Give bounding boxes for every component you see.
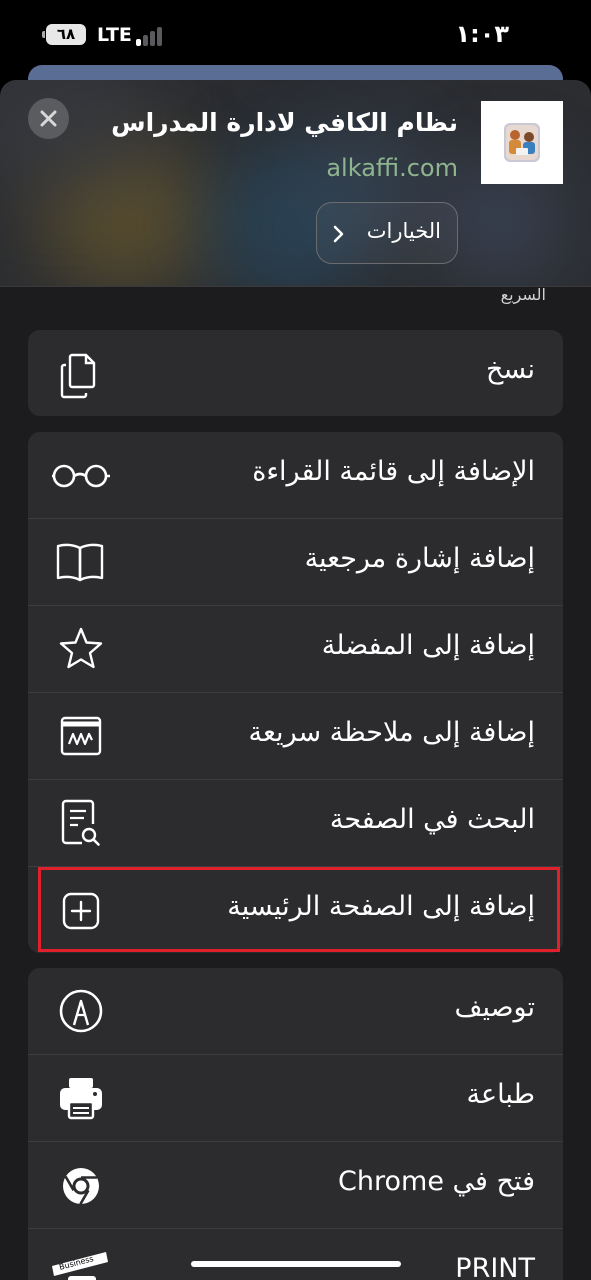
reading-glasses-icon	[50, 449, 112, 501]
action-markup[interactable]: توصيف	[28, 968, 563, 1055]
action-label: البحث في الصفحة	[329, 804, 535, 835]
copy-icon	[50, 347, 112, 399]
close-icon	[40, 110, 57, 127]
printer-icon	[50, 1072, 112, 1124]
action-open-in-chrome[interactable]: فتح في Chrome	[28, 1142, 563, 1229]
clock: ١:٠٣	[455, 20, 509, 48]
page-domain: alkaffi.com	[326, 154, 458, 182]
action-business-print[interactable]: PRINT Business	[28, 1229, 563, 1280]
action-add-reading-list[interactable]: الإضافة إلى قائمة القراءة	[28, 432, 563, 519]
action-label: نسخ	[485, 354, 535, 385]
find-in-page-icon	[50, 797, 112, 849]
action-label: توصيف	[454, 992, 536, 1023]
action-label: إضافة إلى ملاحظة سريعة	[248, 717, 535, 748]
options-button[interactable]: الخيارات	[316, 202, 458, 264]
action-print[interactable]: طباعة	[28, 1055, 563, 1142]
action-label: طباعة	[466, 1079, 535, 1110]
action-label: إضافة إلى المفضلة	[321, 630, 535, 661]
action-group-copy: نسخ	[28, 330, 563, 416]
battery-nub	[42, 31, 45, 38]
battery-icon: ٦٨	[42, 24, 90, 45]
star-icon	[50, 623, 112, 675]
signal-icon	[136, 26, 168, 46]
home-indicator	[191, 1261, 401, 1267]
business-print-icon: Business	[50, 1246, 112, 1280]
scrolled-section-label: السريع	[500, 285, 546, 304]
network-type: LTE	[97, 24, 132, 46]
options-label: الخيارات	[366, 219, 441, 243]
close-button[interactable]	[28, 98, 69, 139]
share-sheet: نظام الكافي لادارة المدراس alkaffi.com ا…	[0, 80, 591, 1280]
action-add-bookmark[interactable]: إضافة إشارة مرجعية	[28, 519, 563, 606]
action-find-in-page[interactable]: البحث في الصفحة	[28, 780, 563, 867]
share-sheet-header: نظام الكافي لادارة المدراس alkaffi.com ا…	[0, 80, 591, 287]
chrome-icon	[50, 1159, 112, 1211]
status-bar: ٦٨ LTE ١:٠٣	[0, 0, 591, 64]
action-label: الإضافة إلى قائمة القراءة	[252, 456, 535, 487]
quick-note-icon	[50, 710, 112, 762]
action-group-tools: توصيف طباعة فتح في Chrome PRINT Business	[28, 968, 563, 1280]
action-label: فتح في Chrome	[338, 1166, 535, 1197]
chevron-right-icon	[333, 225, 344, 243]
highlight-box	[38, 867, 560, 952]
page-title: نظام الكافي لادارة المدراس	[111, 108, 458, 137]
action-label: PRINT	[455, 1253, 535, 1280]
battery-level: ٦٨	[46, 24, 86, 45]
action-add-favorites[interactable]: إضافة إلى المفضلة	[28, 606, 563, 693]
book-icon	[50, 536, 112, 588]
action-label: إضافة إشارة مرجعية	[304, 543, 535, 574]
action-copy[interactable]: نسخ	[28, 330, 563, 416]
action-add-quick-note[interactable]: إضافة إلى ملاحظة سريعة	[28, 693, 563, 780]
school-app-icon	[481, 101, 563, 184]
markup-pen-icon	[50, 985, 112, 1037]
